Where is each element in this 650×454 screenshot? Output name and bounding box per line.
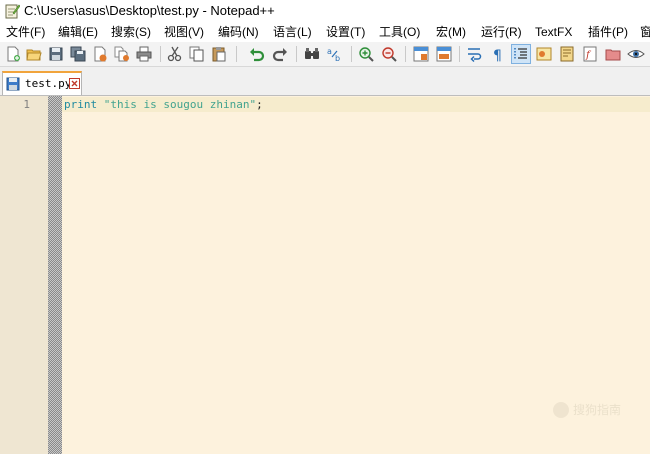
code-terminator: ; <box>256 98 263 111</box>
function-list-icon[interactable]: f <box>581 45 599 63</box>
toolbar-separator <box>236 46 237 62</box>
zoom-out-icon[interactable] <box>380 45 398 63</box>
menu-file[interactable]: 文件(F) <box>6 24 45 40</box>
notepad-plus-plus-icon <box>4 3 21 19</box>
code-string: "this is sougou zhinan" <box>103 98 257 111</box>
toolbar-separator <box>459 46 460 62</box>
replace-icon[interactable]: ab <box>326 45 344 63</box>
fold-margin[interactable] <box>48 96 62 454</box>
paste-icon[interactable] <box>210 45 228 63</box>
save-icon[interactable] <box>47 45 65 63</box>
show-all-characters-icon[interactable]: ¶ <box>489 45 507 63</box>
code-keyword: print <box>64 98 98 111</box>
sync-vertical-scroll-icon[interactable] <box>412 45 430 63</box>
menu-language[interactable]: 语言(L) <box>273 24 312 40</box>
toolbar-separator <box>160 46 161 62</box>
menu-edit[interactable]: 编辑(E) <box>58 24 98 40</box>
toolbar-separator <box>405 46 406 62</box>
svg-text:b: b <box>335 54 340 63</box>
word-wrap-icon[interactable] <box>466 45 484 63</box>
line-number-gutter: 1 <box>0 96 48 454</box>
cut-icon[interactable] <box>166 45 184 63</box>
menu-view[interactable]: 视图(V) <box>164 24 204 40</box>
menu-run[interactable]: 运行(R) <box>481 24 522 40</box>
watermark-logo-icon <box>553 402 569 418</box>
open-file-icon[interactable] <box>25 45 43 63</box>
sync-horizontal-scroll-icon[interactable] <box>435 45 453 63</box>
save-all-icon[interactable] <box>69 45 87 63</box>
menu-settings[interactable]: 设置(T) <box>326 24 365 40</box>
monitoring-eye-icon[interactable] <box>627 45 645 63</box>
toolbar-separator <box>351 46 352 62</box>
menu-search[interactable]: 搜索(S) <box>111 24 151 40</box>
title-bar: C:\Users\asus\Desktop\test.py - Notepad+… <box>0 0 650 22</box>
toolbar: ab ¶ f <box>0 42 650 67</box>
menu-tools[interactable]: 工具(O) <box>379 24 420 40</box>
redo-icon[interactable] <box>271 45 289 63</box>
user-defined-language-icon[interactable] <box>535 45 553 63</box>
watermark: 搜狗指南 <box>553 401 633 419</box>
document-map-icon[interactable] <box>558 45 576 63</box>
copy-icon[interactable] <box>188 45 206 63</box>
menu-plugins[interactable]: 插件(P) <box>588 24 628 40</box>
close-all-icon[interactable] <box>113 45 131 63</box>
folder-as-workspace-icon[interactable] <box>604 45 622 63</box>
undo-icon[interactable] <box>248 45 266 63</box>
line-number: 1 <box>23 98 30 111</box>
find-icon[interactable] <box>303 45 321 63</box>
menu-bar: 文件(F) 编辑(E) 搜索(S) 视图(V) 编码(N) 语言(L) 设置(T… <box>0 22 650 42</box>
tab-label: test.py <box>25 77 72 90</box>
menu-macro[interactable]: 宏(M) <box>436 24 466 40</box>
svg-text:¶: ¶ <box>493 48 502 63</box>
print-icon[interactable] <box>135 45 153 63</box>
editor-area[interactable]: 1 print "this is sougou zhinan"; 搜狗指南 <box>0 96 650 454</box>
indent-guide-icon[interactable] <box>511 44 531 64</box>
menu-textfx[interactable]: TextFX <box>535 24 572 40</box>
close-file-icon[interactable] <box>91 45 109 63</box>
new-file-icon[interactable] <box>4 45 22 63</box>
toolbar-separator <box>296 46 297 62</box>
window-title: C:\Users\asus\Desktop\test.py - Notepad+… <box>24 3 275 18</box>
menu-window[interactable]: 窗 <box>640 24 650 40</box>
zoom-in-icon[interactable] <box>357 45 375 63</box>
watermark-text: 搜狗指南 <box>573 403 622 417</box>
code-line[interactable]: print "this is sougou zhinan"; <box>64 98 263 112</box>
svg-text:a: a <box>327 47 332 56</box>
menu-encoding[interactable]: 编码(N) <box>218 24 259 40</box>
tab-close-icon[interactable] <box>69 78 80 89</box>
saved-file-icon <box>6 77 20 91</box>
tab-test-py[interactable]: test.py <box>2 71 82 95</box>
tab-bar: test.py <box>0 67 650 96</box>
